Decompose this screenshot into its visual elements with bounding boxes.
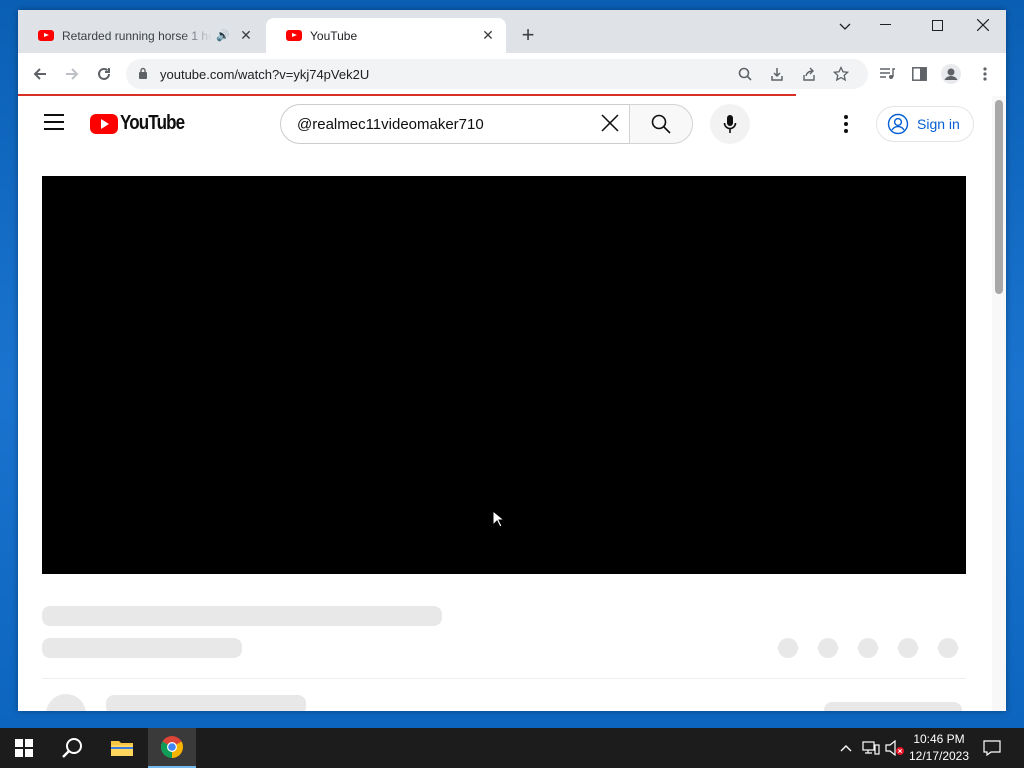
avatar-placeholder [46, 694, 86, 711]
youtube-wordmark: YouTube [120, 112, 185, 134]
network-tray-button[interactable] [860, 728, 882, 768]
media-controls-icon[interactable] [876, 63, 898, 85]
youtube-logo[interactable]: YouTube [90, 112, 196, 135]
subscribe-placeholder [824, 702, 962, 711]
microphone-icon [723, 115, 737, 133]
taskbar-clock[interactable]: 10:46 PM 12/17/2023 [906, 731, 972, 765]
action-placeholder [858, 638, 878, 658]
back-button[interactable] [28, 62, 52, 86]
show-hidden-icons-button[interactable] [836, 728, 856, 768]
close-icon [977, 19, 989, 31]
bookmark-star-icon[interactable] [832, 65, 850, 83]
settings-more-button[interactable] [836, 112, 856, 136]
minimize-button[interactable] [862, 10, 908, 40]
action-placeholder [818, 638, 838, 658]
tab-strip: Retarded running horse 1 ho 🔊 ✕ YouTube … [18, 10, 1006, 53]
tab-youtube[interactable]: YouTube ✕ [266, 18, 506, 53]
tab-horse-video[interactable]: Retarded running horse 1 ho 🔊 ✕ [18, 18, 264, 53]
windows-logo-icon [15, 739, 33, 757]
chrome-taskbar-button[interactable] [148, 728, 196, 768]
taskbar-search-button[interactable] [48, 728, 96, 768]
scrollbar-thumb[interactable] [995, 100, 1003, 294]
account-circle-icon [887, 113, 909, 135]
mouse-cursor-icon [492, 510, 504, 528]
audio-playing-icon[interactable]: 🔊 [216, 29, 230, 42]
youtube-page: YouTube @realmec11videomaker710 Sign in [18, 96, 992, 711]
hamburger-menu-icon[interactable] [44, 114, 64, 130]
chrome-menu-icon[interactable] [974, 63, 996, 85]
clock-time: 10:46 PM [913, 732, 965, 746]
video-player[interactable] [42, 176, 966, 574]
arrow-left-icon [33, 68, 46, 80]
chrome-logo-icon [161, 736, 183, 758]
search-icon [651, 114, 671, 134]
tab-title: YouTube [310, 28, 358, 43]
voice-search-button[interactable] [710, 104, 750, 144]
tab-close-icon[interactable]: ✕ [238, 27, 254, 44]
page-scrollbar[interactable] [992, 96, 1006, 711]
action-center-button[interactable] [980, 728, 1004, 768]
taskbar: 10:46 PM 12/17/2023 [0, 728, 1024, 768]
search-input[interactable]: @realmec11videomaker710 [280, 104, 630, 144]
channel-placeholder [42, 638, 242, 658]
tab-title: Retarded running horse 1 ho [62, 28, 213, 43]
folder-icon [111, 741, 133, 756]
maximize-icon [931, 19, 943, 31]
action-placeholder [938, 638, 958, 658]
start-button[interactable] [0, 728, 48, 768]
notification-icon [983, 740, 1001, 756]
lock-icon[interactable] [138, 67, 148, 79]
volume-tray-button[interactable] [884, 728, 906, 768]
new-tab-button[interactable]: + [516, 24, 540, 46]
url-text[interactable]: youtube.com/watch?v=ykj74pVek2U [160, 67, 369, 82]
clear-search-icon[interactable] [601, 114, 619, 135]
close-window-button[interactable] [960, 10, 1006, 40]
minimize-icon [879, 24, 891, 25]
volume-muted-icon [885, 740, 904, 756]
chevron-down-icon [839, 23, 851, 30]
forward-button[interactable] [60, 62, 84, 86]
youtube-play-logo-icon [90, 113, 118, 134]
comment-placeholder [106, 695, 306, 711]
sign-in-button[interactable]: Sign in [876, 106, 974, 142]
tab-close-icon[interactable]: ✕ [480, 27, 496, 44]
profile-avatar-icon[interactable] [940, 63, 962, 85]
youtube-favicon-icon [286, 30, 302, 41]
file-explorer-button[interactable] [98, 728, 146, 768]
clock-date: 12/17/2023 [908, 749, 970, 763]
search-button[interactable] [629, 104, 693, 144]
action-placeholder [778, 638, 798, 658]
side-panel-icon[interactable] [908, 63, 930, 85]
search-query-text[interactable]: @realmec11videomaker710 [297, 116, 484, 133]
reload-button[interactable] [92, 62, 116, 86]
divider [42, 678, 966, 679]
install-app-icon[interactable] [768, 65, 786, 83]
address-bar[interactable]: youtube.com/watch?v=ykj74pVek2U [126, 59, 868, 89]
arrow-right-icon [66, 68, 79, 80]
title-placeholder [42, 606, 442, 626]
reload-icon [98, 67, 110, 80]
chevron-up-icon [840, 745, 852, 752]
action-placeholder [898, 638, 918, 658]
browser-toolbar: youtube.com/watch?v=ykj74pVek2U [18, 53, 1006, 95]
youtube-favicon-icon [38, 30, 54, 41]
search-icon[interactable] [736, 65, 754, 83]
search-icon [62, 738, 82, 758]
sign-in-label: Sign in [917, 116, 960, 132]
share-icon[interactable] [800, 65, 818, 83]
maximize-button[interactable] [914, 10, 960, 40]
chrome-window: Retarded running horse 1 ho 🔊 ✕ YouTube … [18, 10, 1006, 711]
network-icon [862, 741, 880, 755]
